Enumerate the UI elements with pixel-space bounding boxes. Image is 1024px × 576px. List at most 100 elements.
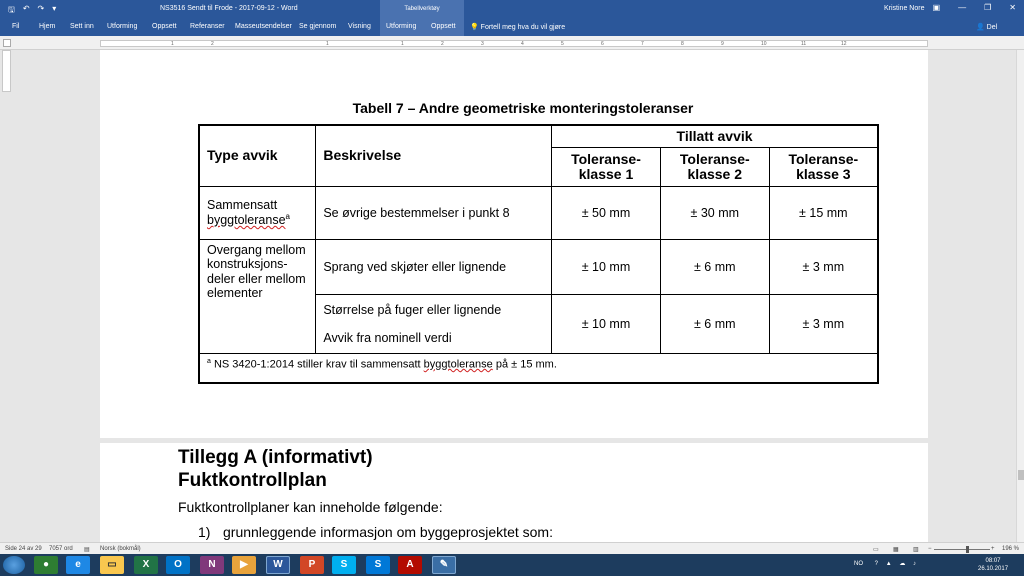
cell-text: Størrelse på fuger eller lignende	[323, 302, 502, 317]
cell-value[interactable]: ± 10 mm	[551, 293, 661, 354]
tab-design[interactable]: Utforming	[107, 23, 137, 30]
tell-me-label: Fortell meg hva du vil gjøre	[480, 24, 566, 31]
table-tools-title: Tabellverktøy	[380, 0, 464, 18]
header-class-1[interactable]: Toleranse-klasse 1	[551, 146, 661, 187]
zoom-level[interactable]: 196 %	[1002, 546, 1019, 552]
cell-type[interactable]: Sammensatt byggtoleransea	[198, 185, 317, 240]
network-icon[interactable]: ▲	[886, 561, 892, 567]
header-type[interactable]: Type avvik	[198, 124, 317, 187]
ruler-tick: 1	[171, 41, 174, 47]
taskbar: ● e ▭ X O N ▶ W P S S A ✎ NO ? ▲ ☁ ♪ 08:…	[0, 554, 1024, 576]
tab-layout[interactable]: Oppsett	[152, 23, 177, 30]
page[interactable]: Tillegg A (informativt) Fuktkontrollplan…	[100, 443, 928, 542]
tolerance-table[interactable]: Type avvik Beskrivelse Tillatt avvik Tol…	[198, 124, 879, 385]
table-row: a NS 3420-1:2014 stiller krav til sammen…	[198, 352, 879, 384]
ruler-tick: 11	[801, 41, 807, 47]
tab-mailings[interactable]: Masseutsendelser	[235, 23, 292, 30]
cell-value[interactable]: ± 30 mm	[659, 185, 770, 240]
ruler-tick: 9	[721, 41, 724, 47]
header-class-2[interactable]: Toleranse-klasse 2	[659, 146, 770, 187]
undo-icon[interactable]: ↶	[23, 4, 30, 18]
proofing-icon[interactable]: ▤	[84, 546, 90, 553]
zoom-out-icon[interactable]: −	[928, 546, 932, 552]
zoom-slider[interactable]	[934, 549, 990, 550]
scrollbar-thumb[interactable]	[1018, 470, 1024, 480]
header-allowed[interactable]: Tillatt avvik	[551, 124, 879, 148]
page[interactable]: Tabell 7 – Andre geometriske monteringst…	[100, 50, 928, 438]
paint-icon[interactable]: ✎	[432, 556, 456, 574]
table-footnote[interactable]: a NS 3420-1:2014 stiller krav til sammen…	[198, 352, 879, 384]
help-icon[interactable]: ?	[875, 561, 878, 567]
cell-type[interactable]: Overgang mellom konstruksjons-deler elle…	[198, 238, 317, 354]
language[interactable]: Norsk (bokmål)	[100, 546, 141, 552]
clock-date: 26.10.2017	[978, 566, 1009, 572]
header-description[interactable]: Beskrivelse	[315, 124, 553, 187]
cell-value[interactable]: ± 15 mm	[768, 185, 879, 240]
cell-value[interactable]: ± 6 mm	[659, 293, 770, 354]
tab-home[interactable]: Hjem	[39, 23, 55, 30]
clock[interactable]: 08:07 26.10.2017	[978, 557, 1008, 573]
minimize-icon[interactable]: —	[958, 3, 966, 12]
horizontal-ruler[interactable]: 1 2 1 1 2 3 4 5 6 7 8 9 10 11 12	[100, 40, 928, 47]
word-count[interactable]: 7057 ord	[49, 546, 73, 552]
cell-value[interactable]: ± 10 mm	[551, 238, 661, 295]
ruler-tick: 2	[211, 41, 214, 47]
tab-selector[interactable]	[3, 39, 11, 47]
skype-business-icon[interactable]: S	[366, 556, 390, 574]
tab-references[interactable]: Referanser	[190, 23, 225, 30]
cell-description[interactable]: Se øvrige bestemmelser i punkt 8	[315, 185, 553, 240]
quick-access-toolbar: 🖫 ↶ ↷ ▾	[8, 4, 56, 18]
cell-description[interactable]: Størrelse på fuger eller lignende Avvik …	[315, 293, 553, 354]
powerpoint-icon[interactable]: P	[300, 556, 324, 574]
acrobat-icon[interactable]: A	[398, 556, 422, 574]
zoom-in-icon[interactable]: +	[991, 546, 995, 552]
page-count[interactable]: Side 24 av 29	[5, 546, 42, 552]
onenote-icon[interactable]: N	[200, 556, 224, 574]
tell-me-search[interactable]: 💡 Fortell meg hva du vil gjøre	[470, 23, 565, 31]
excel-icon[interactable]: X	[134, 556, 158, 574]
list-number: 1)	[198, 524, 211, 540]
tab-file[interactable]: Fil	[12, 23, 19, 30]
table-row: Sammensatt byggtoleransea Se øvrige best…	[198, 185, 879, 240]
cell-value[interactable]: ± 6 mm	[659, 238, 770, 295]
start-button[interactable]	[3, 556, 25, 574]
zoom-slider-thumb[interactable]	[966, 546, 969, 553]
tray-language[interactable]: NO	[854, 561, 863, 567]
customize-chevron-icon[interactable]: ▾	[52, 4, 56, 18]
document-area[interactable]: Tabell 7 – Andre geometriske monteringst…	[0, 50, 1016, 542]
tab-review[interactable]: Se gjennom	[299, 23, 336, 30]
media-player-icon[interactable]: ▶	[232, 556, 256, 574]
cell-value[interactable]: ± 3 mm	[768, 293, 879, 354]
tab-table-design[interactable]: Utforming	[386, 23, 416, 30]
print-layout-icon[interactable]: ▦	[893, 546, 899, 553]
vertical-ruler[interactable]	[2, 50, 11, 92]
header-class-3[interactable]: Toleranse-klasse 3	[768, 146, 879, 187]
ribbon-display-icon[interactable]: ▣	[933, 3, 941, 12]
cell-description[interactable]: Sprang ved skjøter eller lignende	[315, 238, 553, 295]
vertical-scrollbar[interactable]	[1016, 50, 1024, 542]
volume-icon[interactable]: ♪	[913, 561, 916, 567]
close-icon[interactable]: ✕	[1009, 3, 1016, 12]
edge-icon[interactable]: e	[66, 556, 90, 574]
tab-insert[interactable]: Sett inn	[70, 23, 94, 30]
ruler-tick: 6	[601, 41, 604, 47]
word-icon[interactable]: W	[266, 556, 290, 574]
redo-icon[interactable]: ↷	[38, 4, 45, 18]
outlook-icon[interactable]: O	[166, 556, 190, 574]
table-row: Overgang mellom konstruksjons-deler elle…	[198, 238, 879, 354]
appendix-heading: Tillegg A (informativt) Fuktkontrollplan	[178, 446, 373, 492]
web-layout-icon[interactable]: ▥	[913, 546, 919, 553]
file-explorer-icon[interactable]: ▭	[100, 556, 124, 574]
tab-view[interactable]: Visning	[348, 23, 371, 30]
cell-value[interactable]: ± 50 mm	[551, 185, 661, 240]
cloud-icon[interactable]: ☁	[899, 561, 905, 567]
chrome-icon[interactable]: ●	[34, 556, 58, 574]
tab-table-layout[interactable]: Oppsett	[431, 23, 456, 30]
skype-icon[interactable]: S	[332, 556, 356, 574]
share-button[interactable]: 👤 Del	[976, 23, 997, 31]
user-name[interactable]: Kristine Nore	[884, 5, 924, 12]
read-mode-icon[interactable]: ▭	[873, 546, 879, 553]
restore-icon[interactable]: ❐	[984, 3, 991, 12]
save-icon[interactable]: 🖫	[8, 4, 15, 18]
cell-value[interactable]: ± 3 mm	[768, 238, 879, 295]
